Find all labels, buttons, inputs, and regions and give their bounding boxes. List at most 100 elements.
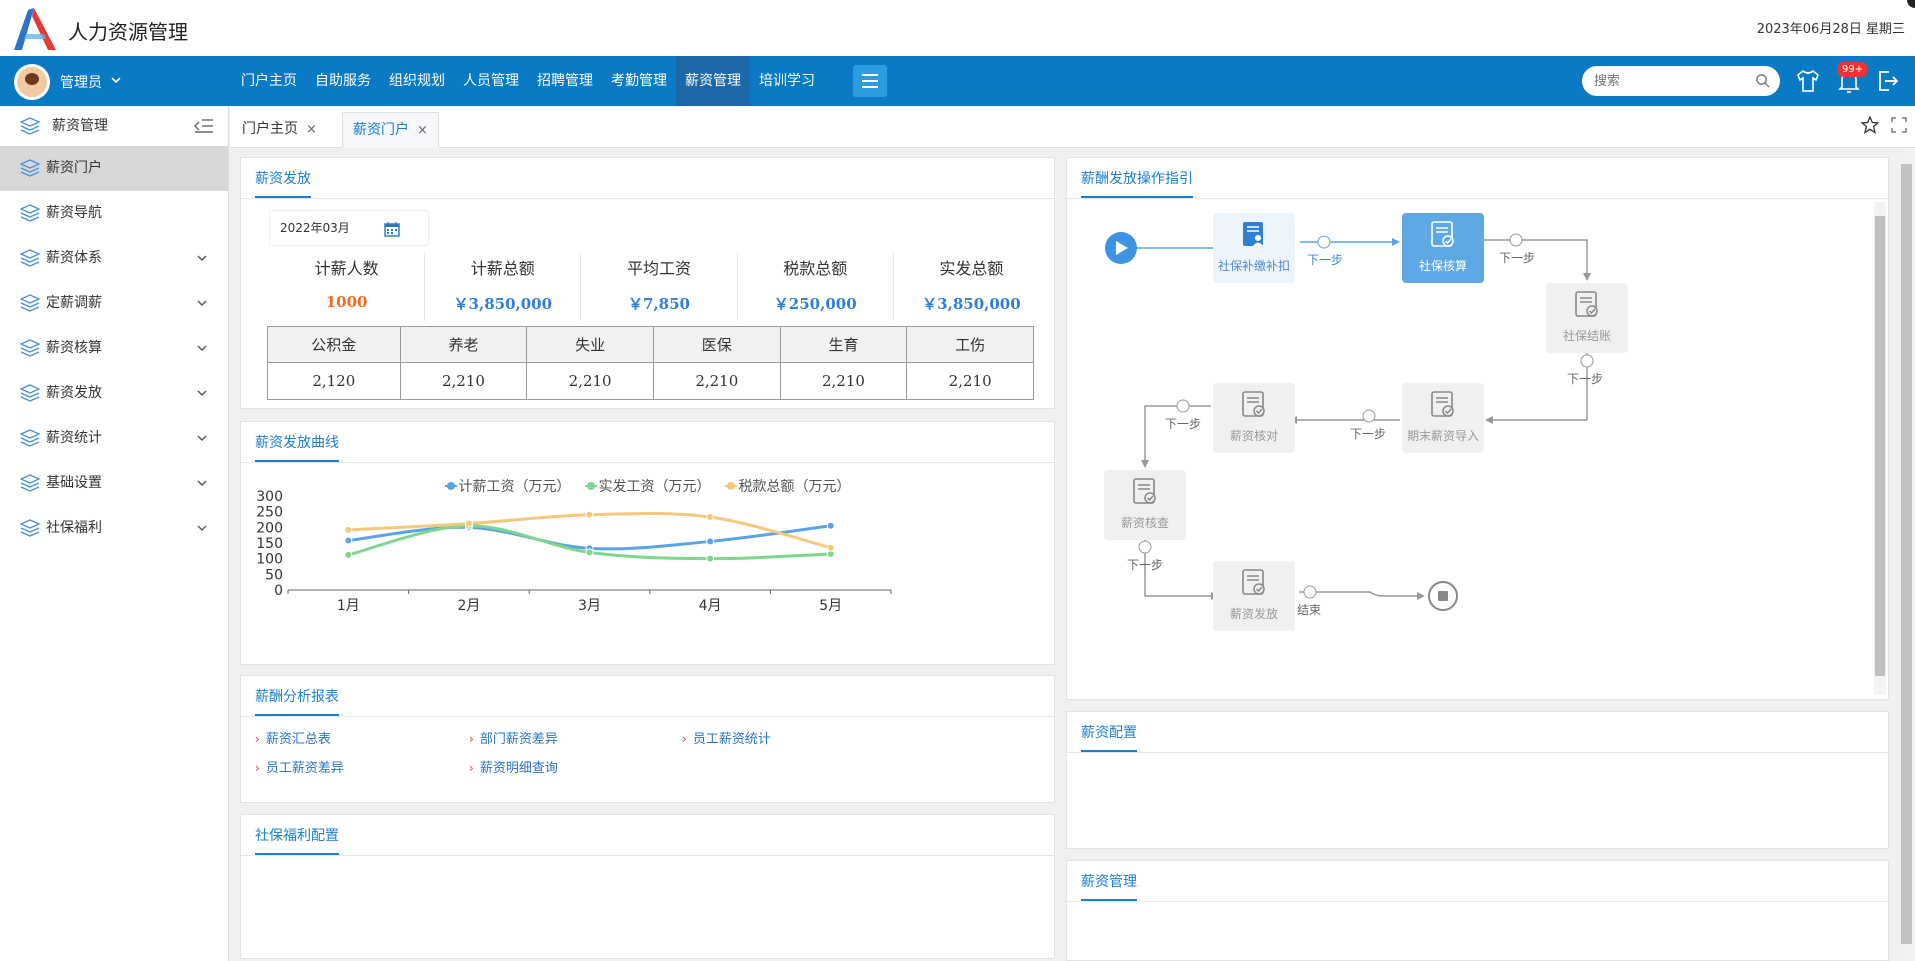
report-link-label: 部门薪资差异 <box>479 732 558 747</box>
flow-node-social-calc[interactable]: 社保核算 <box>1402 213 1484 283</box>
menu-icon[interactable] <box>853 65 887 97</box>
salary-manage-panel: 薪资管理 <box>1066 860 1889 961</box>
step-label: 下一步 <box>1307 253 1344 267</box>
search-box <box>1582 66 1780 96</box>
divider <box>1067 901 1888 902</box>
layers-icon <box>20 429 40 447</box>
chevron-down-icon <box>197 390 207 396</box>
close-icon[interactable]: × <box>306 122 317 137</box>
chevron-down-icon <box>197 480 207 486</box>
scroll-thumb[interactable] <box>1901 164 1912 944</box>
nav-item[interactable]: 培训学习 <box>750 56 824 106</box>
sidebar-item[interactable]: 薪资门户 <box>0 146 228 191</box>
stat-label: 平均工资 <box>627 259 692 278</box>
nav-item[interactable]: 门户主页 <box>232 56 306 106</box>
layers-icon <box>20 519 40 537</box>
guide-scrollbar[interactable] <box>1874 202 1886 695</box>
close-icon[interactable]: × <box>417 123 428 138</box>
flow-node-label: 薪资核查 <box>1120 516 1169 530</box>
flow-node-salary-verify[interactable]: 薪资核对 <box>1213 383 1295 453</box>
user-name[interactable]: 管理员 <box>60 72 102 92</box>
tab-label: 薪资门户 <box>353 122 409 138</box>
sidebar-item[interactable]: 薪资核算 <box>0 326 228 371</box>
stat-label: 计薪人数 <box>314 259 379 278</box>
data-point <box>464 519 473 528</box>
sidebar-title: 薪资管理 <box>52 118 108 134</box>
report-link[interactable]: › 员工薪资差异 <box>255 757 344 776</box>
table-cell: 2,210 <box>906 362 1034 400</box>
sidebar-item[interactable]: 基础设置 <box>0 461 228 506</box>
chevron-down-icon[interactable] <box>110 71 122 91</box>
report-link-label: 薪资汇总表 <box>265 732 331 747</box>
flow-node-salary-pay[interactable]: 薪资发放 <box>1213 561 1295 631</box>
line-chart: 300250200150100500 1月 2月 3月 4月 5月 <box>256 489 892 614</box>
top-bar: 人力资源管理 2023年06月28日 星期三 <box>0 0 1915 56</box>
sidebar-item[interactable]: 薪资体系 <box>0 236 228 281</box>
report-link[interactable]: › 部门薪资差异 <box>469 728 558 747</box>
data-point <box>826 543 835 552</box>
sidebar-item-label: 薪资核算 <box>46 340 102 356</box>
stat-value: ￥7,850 <box>628 295 690 313</box>
sidebar-item-label: 薪资门户 <box>46 160 102 176</box>
stat-label: 实发总额 <box>939 259 1004 278</box>
tab-portal-home[interactable]: 门户主页 × <box>232 112 327 148</box>
search-input[interactable] <box>1594 71 1744 91</box>
nav-item[interactable]: 招聘管理 <box>528 56 602 106</box>
logout-icon[interactable] <box>1875 68 1901 94</box>
document-user-icon <box>1243 222 1263 246</box>
y-tick-label: 50 <box>265 567 283 583</box>
layers-icon <box>20 117 40 135</box>
chevron-right-icon: › <box>255 761 260 775</box>
data-point <box>585 548 594 557</box>
table-cell: 2,210 <box>399 362 528 400</box>
nav-item[interactable]: 考勤管理 <box>602 56 676 106</box>
layers-icon <box>20 204 40 222</box>
current-date: 2023年06月28日 星期三 <box>1756 22 1905 37</box>
x-tick-label: 4月 <box>699 598 722 614</box>
sidebar-item[interactable]: 薪资导航 <box>0 191 228 236</box>
column-header: 生育 <box>779 326 908 363</box>
report-link[interactable]: › 员工薪资统计 <box>682 728 771 747</box>
nav-item[interactable]: 薪资管理 <box>676 56 750 106</box>
search-icon[interactable] <box>1755 73 1770 88</box>
flow-node-supplement[interactable]: 社保补缴补扣 <box>1213 213 1295 283</box>
scroll-thumb[interactable] <box>1875 216 1885 676</box>
logo <box>14 8 56 50</box>
report-link[interactable]: › 薪资明细查询 <box>469 757 558 776</box>
flow-node-period-import[interactable]: 期末薪资导入 <box>1402 383 1484 453</box>
shirt-icon[interactable] <box>1795 68 1821 94</box>
document-check-icon <box>1242 569 1265 595</box>
flow-node-label: 社保补缴补扣 <box>1217 259 1290 273</box>
payroll-stats: 计薪人数 1000 计薪总额 ￥3,850,000 平均工资 ￥7,850 税款总额 ￥250… <box>269 253 1049 321</box>
nav-item[interactable]: 组织规划 <box>380 56 454 106</box>
chevron-down-icon <box>197 525 207 531</box>
calendar-icon[interactable] <box>384 221 400 237</box>
nav-item[interactable]: 人员管理 <box>454 56 528 106</box>
flow-node-label: 薪资核对 <box>1229 429 1278 443</box>
sidebar-item[interactable]: 薪资统计 <box>0 416 228 461</box>
star-icon[interactable] <box>1861 116 1879 134</box>
flow-node-label: 期末薪资导入 <box>1406 429 1479 443</box>
nav-item[interactable]: 自助服务 <box>306 56 380 106</box>
report-link[interactable]: › 薪资汇总表 <box>255 728 331 747</box>
page-scrollbar[interactable] <box>1898 148 1915 961</box>
flow-node-social-close[interactable]: 社保结账 <box>1546 283 1628 353</box>
flow-node-salary-check[interactable]: 薪资核查 <box>1104 470 1186 540</box>
layers-icon <box>20 474 40 492</box>
sidebar-item[interactable]: 定薪调薪 <box>0 281 228 326</box>
tab-bar: 门户主页 × 薪资门户 × <box>230 106 1915 148</box>
data-point <box>344 536 353 545</box>
table-header-row: 公积金 养老 失业 医保 生育 工伤 <box>267 326 1034 363</box>
column-header: 工伤 <box>906 326 1034 363</box>
sidebar-item[interactable]: 社保福利 <box>0 506 228 551</box>
sidebar-item[interactable]: 薪资发放 <box>0 371 228 416</box>
collapse-menu-icon[interactable] <box>194 118 214 134</box>
chevron-down-icon <box>197 300 207 306</box>
month-picker[interactable]: 2022年03月 <box>269 210 429 246</box>
tab-salary-portal[interactable]: 薪资门户 × <box>342 112 439 148</box>
avatar[interactable] <box>14 64 50 100</box>
fullscreen-icon[interactable] <box>1891 117 1907 133</box>
divider <box>241 716 1054 717</box>
divider <box>241 198 1054 199</box>
report-link-label: 员工薪资差异 <box>265 761 344 776</box>
